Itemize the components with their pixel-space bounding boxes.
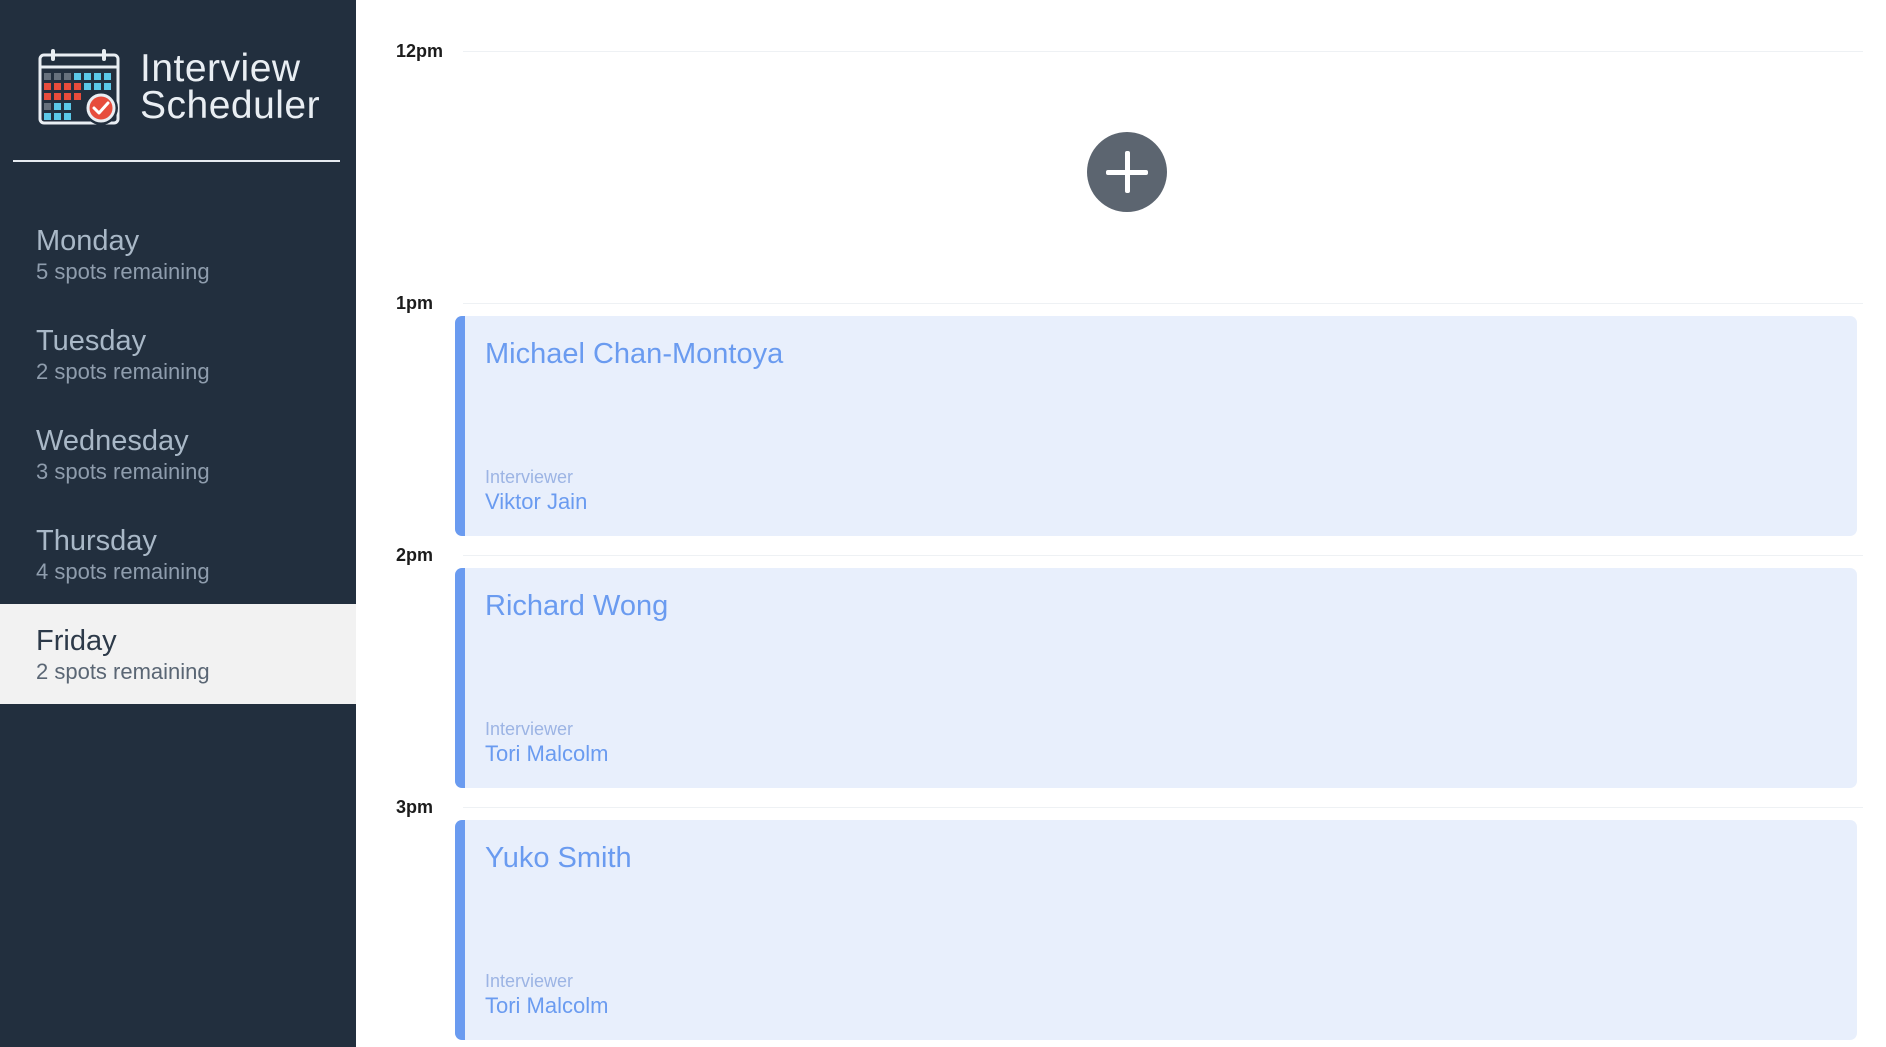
hour-label: 3pm — [396, 797, 434, 817]
student-name: Yuko Smith — [485, 842, 632, 874]
day-item-wednesday[interactable]: Wednesday 3 spots remaining — [0, 404, 356, 504]
sidebar: Interview Scheduler Monday 5 spots remai… — [0, 0, 356, 1047]
day-item-thursday[interactable]: Thursday 4 spots remaining — [0, 504, 356, 604]
interviewer-label: Interviewer — [485, 467, 574, 487]
day-name: Tuesday — [36, 325, 147, 357]
day-name: Wednesday — [36, 425, 189, 457]
day-item-monday[interactable]: Monday 5 spots remaining — [0, 204, 356, 304]
hour-label: 1pm — [396, 293, 434, 313]
appointment-card[interactable]: Richard Wong Interviewer Tori Malcolm — [455, 568, 1857, 788]
interviewer-label: Interviewer — [485, 719, 574, 739]
day-spots: 4 spots remaining — [36, 559, 210, 584]
student-name: Richard Wong — [485, 590, 669, 622]
student-name: Michael Chan-Montoya — [485, 338, 784, 370]
interviewer-name: Viktor Jain — [485, 489, 588, 514]
app-title-line1: Interview — [140, 47, 301, 90]
appointment-card[interactable]: Michael Chan-Montoya Interviewer Viktor … — [455, 316, 1857, 536]
interviewer-name: Tori Malcolm — [485, 993, 609, 1018]
day-name: Monday — [36, 225, 140, 257]
hour-label: 12pm — [396, 41, 444, 61]
day-spots: 2 spots remaining — [36, 359, 210, 384]
day-spots: 3 spots remaining — [36, 459, 210, 484]
schedule: 12pm 1pm Michael Chan-Montoya Interviewe… — [356, 0, 1886, 1047]
app-title-line2: Scheduler — [140, 84, 321, 127]
hour-divider — [463, 555, 1863, 556]
day-item-tuesday[interactable]: Tuesday 2 spots remaining — [0, 304, 356, 404]
interviewer-label: Interviewer — [485, 971, 574, 991]
calendar-icon — [38, 49, 120, 125]
add-appointment-button[interactable] — [1087, 132, 1167, 212]
appointment-card[interactable]: Yuko Smith Interviewer Tori Malcolm — [455, 820, 1857, 1040]
sidebar-divider — [13, 160, 340, 162]
day-item-friday[interactable]: Friday 2 spots remaining — [0, 604, 356, 704]
app-title: Interview Scheduler — [140, 47, 321, 127]
hour-divider — [463, 807, 1863, 808]
day-name: Friday — [36, 625, 117, 657]
interviewer-name: Tori Malcolm — [485, 741, 609, 766]
brand: Interview Scheduler — [38, 42, 338, 132]
day-list: Monday 5 spots remaining Tuesday 2 spots… — [0, 204, 356, 704]
day-spots: 2 spots remaining — [36, 659, 210, 684]
hour-divider — [463, 51, 1863, 52]
day-spots: 5 spots remaining — [36, 259, 210, 284]
app: Interview Scheduler Monday 5 spots remai… — [0, 0, 1886, 1047]
hour-label: 2pm — [396, 545, 434, 565]
hour-divider — [463, 303, 1863, 304]
day-name: Thursday — [36, 525, 157, 557]
